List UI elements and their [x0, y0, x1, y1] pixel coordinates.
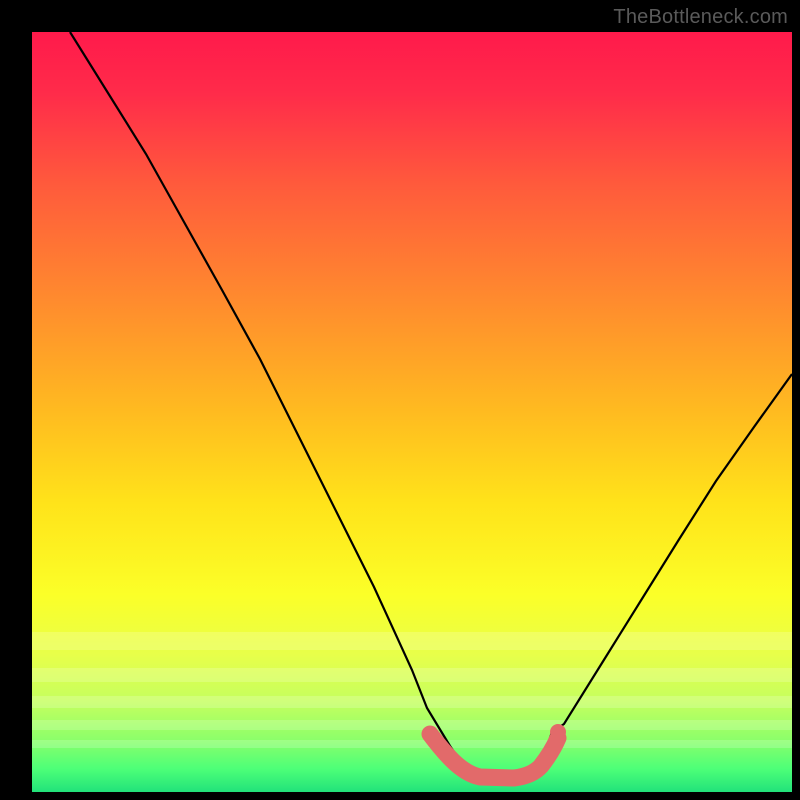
- chart: [32, 32, 792, 792]
- watermark: TheBottleneck.com: [613, 6, 788, 29]
- chart-frame: TheBottleneck.com: [0, 0, 800, 800]
- sweet-spot-end: [550, 724, 566, 740]
- chart-svg: [32, 32, 792, 792]
